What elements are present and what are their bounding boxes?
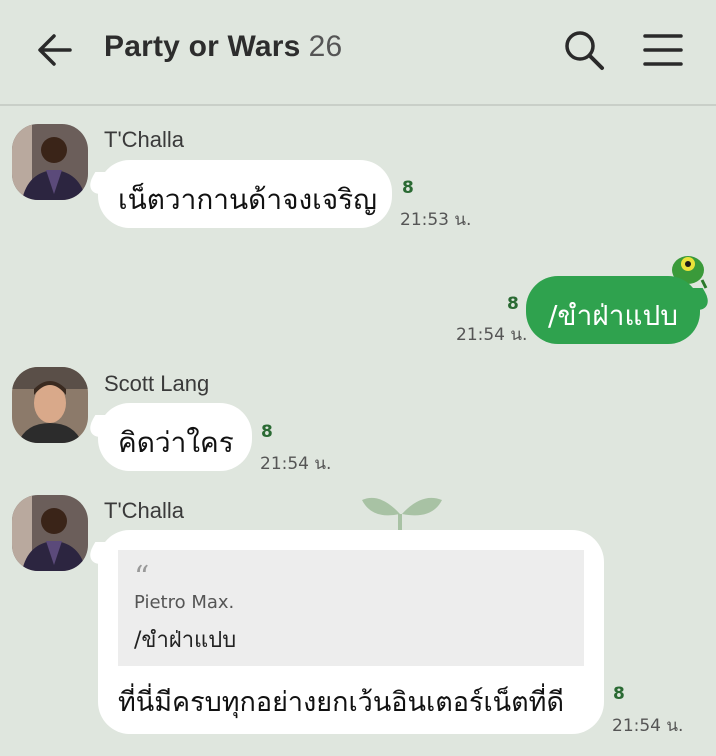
quoted-message[interactable]: “ Pietro Max. /ขำฝ่าแปบ <box>118 550 584 666</box>
background-sprout-decoration <box>360 492 444 532</box>
chat-title: Party or Wars 26 <box>104 30 342 64</box>
avatar[interactable] <box>12 367 88 443</box>
avatar[interactable] <box>12 124 88 200</box>
message-time: 21:53 น. <box>400 210 472 230</box>
search-icon <box>565 31 604 70</box>
read-count: 8 <box>507 294 519 314</box>
read-count: 8 <box>261 422 273 442</box>
message-text: เน็ตวากานด้าจงเจริญ <box>118 183 378 216</box>
quote-author: Pietro Max. <box>134 592 235 613</box>
back-arrow-icon <box>38 34 72 66</box>
menu-icon <box>643 34 683 66</box>
sender-name: T'Challa <box>104 127 185 152</box>
message-bubble[interactable]: คิดว่าใคร <box>98 403 252 471</box>
group-name: Party or Wars <box>104 30 301 63</box>
sender-name: T'Challa <box>104 498 185 523</box>
quote-text: /ขำฝ่าแปบ <box>134 628 237 653</box>
read-count: 8 <box>613 684 625 704</box>
message-text: ที่นี่มีครบทุกอย่างยกเว้นอินเตอร์เน็ตที่… <box>118 687 565 718</box>
message-text: /ขำฝ่าแปบ <box>548 299 679 332</box>
back-button[interactable] <box>36 30 76 70</box>
member-count: 26 <box>308 30 343 63</box>
message-bubble[interactable]: “ Pietro Max. /ขำฝ่าแปบ ที่นี่มีครบทุกอย… <box>98 530 604 734</box>
search-button[interactable] <box>562 28 606 72</box>
message-time: 21:54 น. <box>612 716 684 736</box>
message-bubble[interactable]: เน็ตวากานด้าจงเจริญ <box>98 160 392 228</box>
menu-button[interactable] <box>642 30 684 70</box>
read-count: 8 <box>402 178 414 198</box>
sender-name: Scott Lang <box>104 371 210 396</box>
avatar[interactable] <box>12 495 88 571</box>
own-message-bubble[interactable]: /ขำฝ่าแปบ <box>526 276 700 344</box>
message-time: 21:54 น. <box>456 325 528 345</box>
quote-icon: “ <box>134 560 150 595</box>
message-time: 21:54 น. <box>260 454 332 474</box>
message-text: คิดว่าใคร <box>118 426 234 459</box>
chat-header: Party or Wars 26 <box>0 0 716 106</box>
